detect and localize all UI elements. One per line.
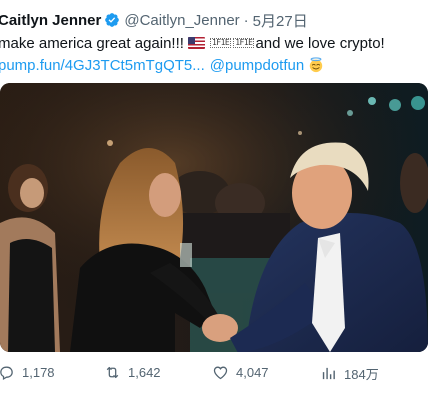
tweet-actions: 1,178 1,642 4,047 184万 [0,360,428,388]
reply-count: 1,178 [22,365,55,380]
handshake-photo [0,83,428,352]
separator-dot: · [243,11,249,29]
retweet-action[interactable]: 1,642 [104,364,161,381]
views-bar-chart-icon [322,367,335,380]
us-flag-icon [187,37,205,49]
reply-action[interactable]: 1,178 [0,364,55,381]
views-action[interactable]: 184万 [320,364,379,383]
tweet-text-line-1: make america great again!!! 1F1E 1F1E an… [0,33,385,53]
like-count: 4,047 [236,365,269,380]
smiling-face-with-halo-icon [309,57,323,73]
mention-link[interactable]: @pumpdotfun [210,57,304,74]
retweet-count: 1,642 [128,365,161,380]
tweet-date[interactable]: 5月27日 [253,10,308,31]
verified-badge-icon [105,13,120,27]
missing-glyph-box-1: 1F1E [209,38,232,48]
views-count: 184万 [344,367,379,382]
like-action[interactable]: 4,047 [212,364,269,381]
tweet-link[interactable]: pump.fun/4GJ3TCt5mTgQT5... [0,57,205,74]
tweet-text-line-2: pump.fun/4GJ3TCt5mTgQT5... @pumpdotfun [0,55,324,75]
tweet-text-part-2: and we love crypto! [255,34,385,52]
tweet: Caitlyn Jenner @Caitlyn_Jenner · 5月27日 m… [0,0,428,400]
tweet-header: Caitlyn Jenner @Caitlyn_Jenner · 5月27日 [0,10,308,30]
retweet-icon [106,366,119,379]
reply-icon [0,366,13,380]
tweet-photo[interactable] [0,83,428,352]
tweet-text-part-1: make america great again!!! [0,34,184,52]
missing-glyph-box-2: 1F1E [233,38,255,48]
user-handle[interactable]: @Caitlyn_Jenner [124,12,239,29]
heart-icon [213,366,228,380]
display-name[interactable]: Caitlyn Jenner [0,12,101,29]
